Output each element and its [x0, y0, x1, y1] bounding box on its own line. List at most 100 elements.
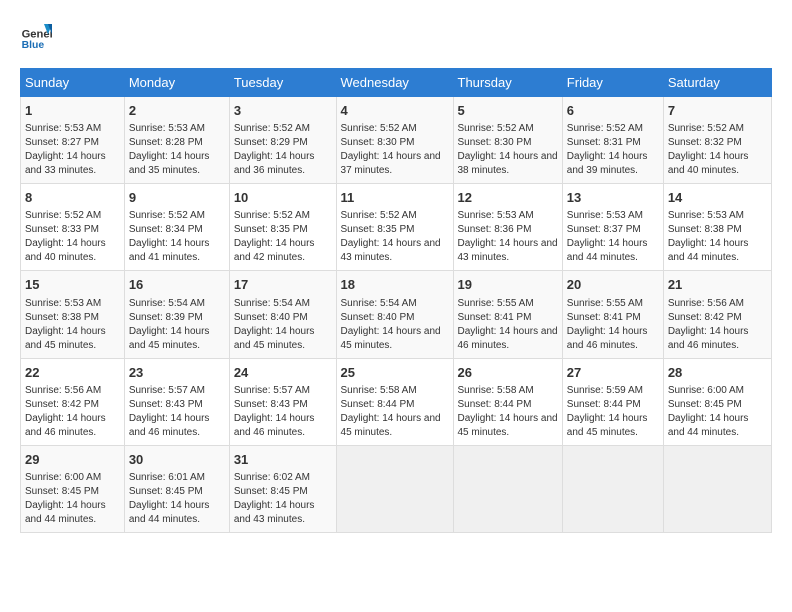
day-number: 20 [567, 276, 659, 294]
day-info: Sunrise: 6:00 AMSunset: 8:45 PMDaylight:… [668, 384, 767, 440]
weekday-header: Friday [562, 69, 663, 97]
calendar-cell: 12 Sunrise: 5:53 AMSunset: 8:36 PMDayligh… [453, 184, 562, 271]
day-number: 28 [668, 364, 767, 382]
weekday-header: Thursday [453, 69, 562, 97]
svg-text:Blue: Blue [22, 40, 45, 51]
day-info: Sunrise: 5:54 AMSunset: 8:40 PMDaylight:… [341, 297, 449, 353]
day-number: 9 [129, 189, 225, 207]
day-info: Sunrise: 5:53 AMSunset: 8:38 PMDaylight:… [668, 209, 767, 265]
calendar-cell: 15 Sunrise: 5:53 AMSunset: 8:38 PMDayligh… [21, 271, 125, 358]
day-info: Sunrise: 5:53 AMSunset: 8:36 PMDaylight:… [458, 209, 558, 265]
day-number: 31 [234, 451, 332, 469]
day-number: 7 [668, 102, 767, 120]
day-info: Sunrise: 6:00 AMSunset: 8:45 PMDaylight:… [25, 471, 120, 527]
logo: General Blue [20, 20, 52, 52]
calendar-cell [663, 445, 771, 532]
day-number: 15 [25, 276, 120, 294]
day-info: Sunrise: 6:02 AMSunset: 8:45 PMDaylight:… [234, 471, 332, 527]
calendar-cell: 10 Sunrise: 5:52 AMSunset: 8:35 PMDayligh… [229, 184, 336, 271]
day-info: Sunrise: 5:58 AMSunset: 8:44 PMDaylight:… [341, 384, 449, 440]
calendar-cell: 8 Sunrise: 5:52 AMSunset: 8:33 PMDaylight… [21, 184, 125, 271]
day-number: 19 [458, 276, 558, 294]
weekday-header-row: SundayMondayTuesdayWednesdayThursdayFrid… [21, 69, 772, 97]
day-number: 17 [234, 276, 332, 294]
calendar-cell: 22 Sunrise: 5:56 AMSunset: 8:42 PMDayligh… [21, 358, 125, 445]
day-number: 26 [458, 364, 558, 382]
day-info: Sunrise: 5:52 AMSunset: 8:32 PMDaylight:… [668, 122, 767, 178]
weekday-header: Monday [124, 69, 229, 97]
day-info: Sunrise: 5:52 AMSunset: 8:35 PMDaylight:… [341, 209, 449, 265]
calendar-cell: 31 Sunrise: 6:02 AMSunset: 8:45 PMDayligh… [229, 445, 336, 532]
day-number: 8 [25, 189, 120, 207]
day-info: Sunrise: 5:52 AMSunset: 8:30 PMDaylight:… [458, 122, 558, 178]
day-info: Sunrise: 5:52 AMSunset: 8:29 PMDaylight:… [234, 122, 332, 178]
day-info: Sunrise: 5:56 AMSunset: 8:42 PMDaylight:… [668, 297, 767, 353]
day-number: 24 [234, 364, 332, 382]
day-info: Sunrise: 5:52 AMSunset: 8:33 PMDaylight:… [25, 209, 120, 265]
calendar-table: SundayMondayTuesdayWednesdayThursdayFrid… [20, 68, 772, 533]
calendar-cell: 14Sunrise: 5:53 AMSunset: 8:38 PMDayligh… [663, 184, 771, 271]
day-number: 6 [567, 102, 659, 120]
day-number: 4 [341, 102, 449, 120]
calendar-week-row: 8 Sunrise: 5:52 AMSunset: 8:33 PMDaylight… [21, 184, 772, 271]
day-number: 1 [25, 102, 120, 120]
calendar-cell: 24 Sunrise: 5:57 AMSunset: 8:43 PMDayligh… [229, 358, 336, 445]
day-info: Sunrise: 5:57 AMSunset: 8:43 PMDaylight:… [129, 384, 225, 440]
calendar-cell: 17 Sunrise: 5:54 AMSunset: 8:40 PMDayligh… [229, 271, 336, 358]
calendar-cell: 21 Sunrise: 5:56 AMSunset: 8:42 PMDayligh… [663, 271, 771, 358]
day-number: 18 [341, 276, 449, 294]
day-info: Sunrise: 5:52 AMSunset: 8:34 PMDaylight:… [129, 209, 225, 265]
day-number: 12 [458, 189, 558, 207]
calendar-week-row: 29 Sunrise: 6:00 AMSunset: 8:45 PMDayligh… [21, 445, 772, 532]
day-number: 3 [234, 102, 332, 120]
day-info: Sunrise: 5:57 AMSunset: 8:43 PMDaylight:… [234, 384, 332, 440]
calendar-cell: 9 Sunrise: 5:52 AMSunset: 8:34 PMDaylight… [124, 184, 229, 271]
day-number: 30 [129, 451, 225, 469]
calendar-cell: 3 Sunrise: 5:52 AMSunset: 8:29 PMDaylight… [229, 97, 336, 184]
calendar-cell: 7 Sunrise: 5:52 AMSunset: 8:32 PMDaylight… [663, 97, 771, 184]
day-number: 16 [129, 276, 225, 294]
calendar-cell: 19 Sunrise: 5:55 AMSunset: 8:41 PMDayligh… [453, 271, 562, 358]
day-number: 13 [567, 189, 659, 207]
calendar-week-row: 22 Sunrise: 5:56 AMSunset: 8:42 PMDayligh… [21, 358, 772, 445]
weekday-header: Tuesday [229, 69, 336, 97]
calendar-cell: 13 Sunrise: 5:53 AMSunset: 8:37 PMDayligh… [562, 184, 663, 271]
calendar-week-row: 15 Sunrise: 5:53 AMSunset: 8:38 PMDayligh… [21, 271, 772, 358]
calendar-cell: 23 Sunrise: 5:57 AMSunset: 8:43 PMDayligh… [124, 358, 229, 445]
logo-icon: General Blue [20, 20, 52, 52]
day-number: 10 [234, 189, 332, 207]
calendar-cell: 11Sunrise: 5:52 AMSunset: 8:35 PMDayligh… [336, 184, 453, 271]
day-info: Sunrise: 5:52 AMSunset: 8:30 PMDaylight:… [341, 122, 449, 178]
calendar-cell: 16 Sunrise: 5:54 AMSunset: 8:39 PMDayligh… [124, 271, 229, 358]
day-info: Sunrise: 6:01 AMSunset: 8:45 PMDaylight:… [129, 471, 225, 527]
calendar-cell: 2 Sunrise: 5:53 AMSunset: 8:28 PMDaylight… [124, 97, 229, 184]
weekday-header: Saturday [663, 69, 771, 97]
day-info: Sunrise: 5:54 AMSunset: 8:39 PMDaylight:… [129, 297, 225, 353]
weekday-header: Wednesday [336, 69, 453, 97]
calendar-cell [336, 445, 453, 532]
day-info: Sunrise: 5:52 AMSunset: 8:31 PMDaylight:… [567, 122, 659, 178]
day-info: Sunrise: 5:52 AMSunset: 8:35 PMDaylight:… [234, 209, 332, 265]
calendar-cell: 5Sunrise: 5:52 AMSunset: 8:30 PMDaylight… [453, 97, 562, 184]
calendar-cell: 1Sunrise: 5:53 AMSunset: 8:27 PMDaylight… [21, 97, 125, 184]
day-number: 23 [129, 364, 225, 382]
day-info: Sunrise: 5:53 AMSunset: 8:37 PMDaylight:… [567, 209, 659, 265]
day-info: Sunrise: 5:58 AMSunset: 8:44 PMDaylight:… [458, 384, 558, 440]
day-info: Sunrise: 5:55 AMSunset: 8:41 PMDaylight:… [458, 297, 558, 353]
calendar-cell: 27Sunrise: 5:59 AMSunset: 8:44 PMDayligh… [562, 358, 663, 445]
day-number: 25 [341, 364, 449, 382]
calendar-cell [562, 445, 663, 532]
calendar-cell: 20Sunrise: 5:55 AMSunset: 8:41 PMDayligh… [562, 271, 663, 358]
day-info: Sunrise: 5:53 AMSunset: 8:28 PMDaylight:… [129, 122, 225, 178]
calendar-cell: 4 Sunrise: 5:52 AMSunset: 8:30 PMDaylight… [336, 97, 453, 184]
day-info: Sunrise: 5:54 AMSunset: 8:40 PMDaylight:… [234, 297, 332, 353]
page-header: General Blue [20, 20, 772, 52]
day-number: 29 [25, 451, 120, 469]
day-number: 22 [25, 364, 120, 382]
calendar-cell [453, 445, 562, 532]
day-info: Sunrise: 5:56 AMSunset: 8:42 PMDaylight:… [25, 384, 120, 440]
day-number: 2 [129, 102, 225, 120]
calendar-cell: 6 Sunrise: 5:52 AMSunset: 8:31 PMDaylight… [562, 97, 663, 184]
day-info: Sunrise: 5:53 AMSunset: 8:38 PMDaylight:… [25, 297, 120, 353]
day-number: 21 [668, 276, 767, 294]
